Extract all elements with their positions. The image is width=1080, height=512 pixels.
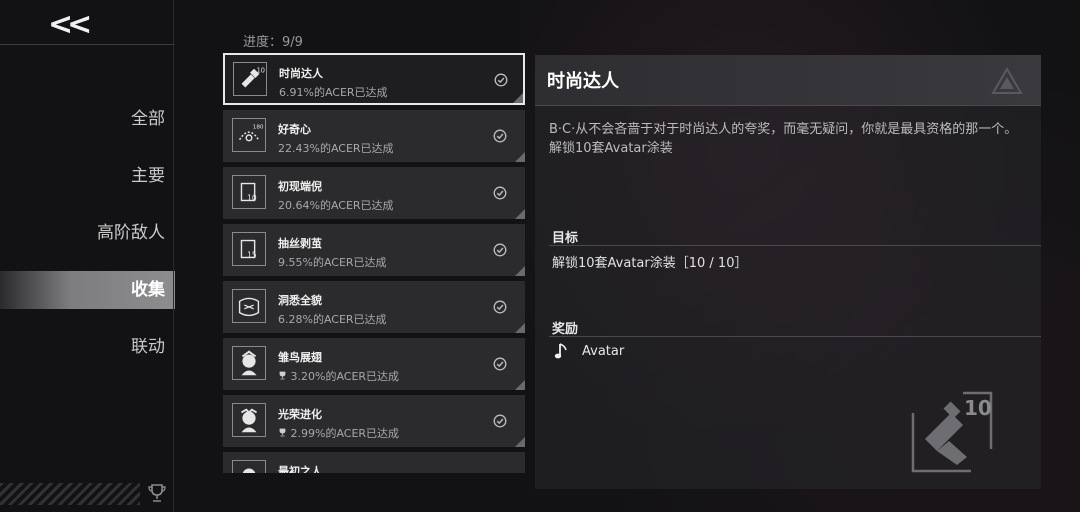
scroll-icon	[232, 289, 266, 323]
detail-header: 时尚达人	[535, 55, 1041, 106]
reward-text: Avatar	[582, 344, 625, 359]
achievement-card[interactable]: 光荣进化 2.99%的ACER已达成	[223, 395, 525, 447]
goal-header: 目标	[552, 231, 579, 246]
progress-label: 进度：9/9	[243, 35, 303, 50]
svg-text:10: 10	[964, 396, 992, 420]
goal-divider	[549, 245, 1041, 246]
character-icon	[232, 403, 266, 437]
check-icon	[493, 357, 507, 371]
brush-10-badge-icon: 10	[911, 391, 993, 473]
achievement-percent-text: 3.20%的ACER已达成	[290, 370, 400, 383]
achievement-title: 光荣进化	[278, 408, 322, 421]
sidebar-item-collection[interactable]: 收集	[0, 271, 175, 309]
achievement-percent: 3.20%的ACER已达成	[278, 368, 399, 384]
mini-trophy-icon	[279, 428, 286, 437]
reward-header: 奖励	[552, 322, 579, 337]
achievement-percent: 9.55%的ACER已达成	[278, 256, 387, 269]
achievement-title: 时尚达人	[279, 67, 323, 80]
trophy-icon	[148, 484, 166, 502]
check-icon	[493, 243, 507, 257]
brush-10-icon: 10	[233, 62, 267, 96]
character-icon	[232, 460, 266, 473]
sidebar-item-all[interactable]: 全部	[0, 100, 175, 138]
sidebar-item-collab[interactable]: 联动	[0, 328, 175, 366]
triangle-logo-icon	[991, 67, 1023, 94]
svg-text:180: 180	[253, 124, 264, 130]
achievement-percent: 6.91%的ACER已达成	[279, 86, 388, 99]
achievement-list[interactable]: 10 时尚达人 6.91%的ACER已达成 180 好奇心 22.43%的ACE…	[223, 53, 527, 473]
check-icon	[493, 129, 507, 143]
achievement-card[interactable]: 10 初现端倪 20.64%的ACER已达成	[223, 167, 525, 219]
sidebar-divider	[173, 0, 174, 512]
achievement-percent: 22.43%的ACER已达成	[278, 142, 394, 155]
character-icon	[232, 346, 266, 380]
achievement-percent: 20.64%的ACER已达成	[278, 199, 394, 212]
reward-divider	[549, 336, 1041, 337]
achievement-card[interactable]: 180 好奇心 22.43%的ACER已达成	[223, 110, 525, 162]
svg-text:10: 10	[257, 66, 265, 74]
svg-text:15: 15	[247, 250, 257, 259]
achievement-title: 雏鸟展翅	[278, 351, 322, 364]
card-corner	[515, 209, 525, 219]
check-icon	[493, 300, 507, 314]
card-corner	[515, 323, 525, 333]
achievement-percent: 6.28%的ACER已达成	[278, 313, 387, 326]
header-divider	[0, 44, 175, 45]
achievement-card[interactable]: 最初之人	[223, 452, 525, 473]
achievement-card[interactable]: 雏鸟展翅 3.20%的ACER已达成	[223, 338, 525, 390]
check-icon	[493, 186, 507, 200]
detail-title: 时尚达人	[547, 71, 619, 92]
card-corner	[515, 266, 525, 276]
card-10-icon: 10	[232, 175, 266, 209]
achievement-detail-panel: 时尚达人 B·C·从不会吝啬于对于时尚达人的夸奖，而毫无疑问，你就是最具资格的那…	[535, 55, 1041, 489]
mini-trophy-icon	[279, 371, 286, 380]
card-corner	[513, 93, 523, 103]
decorative-stripes	[0, 483, 140, 505]
back-button[interactable]: <<	[48, 10, 98, 40]
sidebar-item-elite-enemies[interactable]: 高阶敌人	[0, 214, 175, 252]
achievement-title: 抽丝剥茧	[278, 237, 322, 250]
achievement-percent-text: 2.99%的ACER已达成	[290, 427, 400, 440]
achievement-title: 最初之人	[278, 465, 322, 473]
curiosity-180-icon: 180	[232, 118, 266, 152]
goal-text: 解锁10套Avatar涂装［10 / 10］	[552, 256, 748, 271]
achievement-card-selected[interactable]: 10 时尚达人 6.91%的ACER已达成	[223, 53, 525, 105]
achievement-title: 洞悉全貌	[278, 294, 322, 307]
card-corner	[515, 152, 525, 162]
achievement-card[interactable]: 洞悉全貌 6.28%的ACER已达成	[223, 281, 525, 333]
card-corner	[515, 437, 525, 447]
check-icon	[494, 73, 508, 87]
card-corner	[515, 380, 525, 390]
card-15-icon: 15	[232, 232, 266, 266]
check-icon	[493, 414, 507, 428]
svg-text:10: 10	[247, 193, 257, 202]
achievement-title: 初现端倪	[278, 180, 322, 193]
category-sidebar: 全部 主要 高阶敌人 收集 联动	[0, 100, 175, 385]
detail-description: B·C·从不会吝啬于对于时尚达人的夸奖，而毫无疑问，你就是最具资格的那一个。解锁…	[549, 122, 1018, 156]
achievement-card[interactable]: 15 抽丝剥茧 9.55%的ACER已达成	[223, 224, 525, 276]
achievement-percent: 2.99%的ACER已达成	[278, 425, 399, 441]
music-note-icon	[554, 343, 567, 359]
achievement-title: 好奇心	[278, 123, 311, 136]
sidebar-item-main[interactable]: 主要	[0, 157, 175, 195]
